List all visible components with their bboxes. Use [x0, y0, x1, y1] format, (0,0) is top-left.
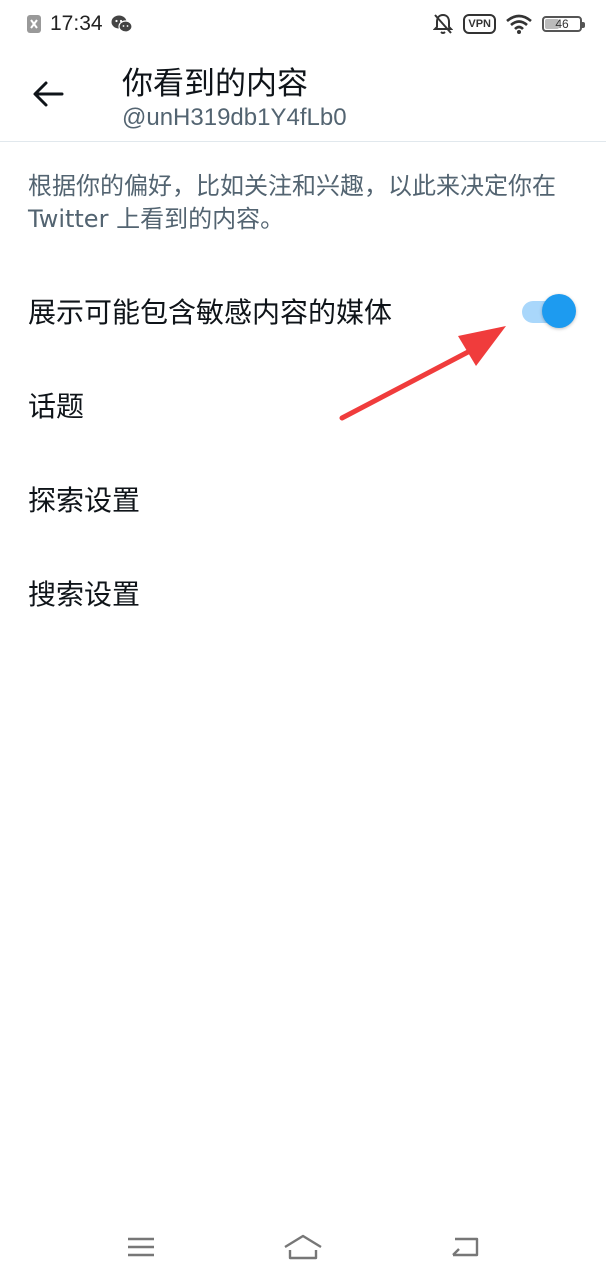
setting-row-topics[interactable]: 话题: [0, 358, 606, 452]
page-description: 根据你的偏好，比如关注和兴趣，以此来决定你在 Twitter 上看到的内容。: [28, 172, 556, 233]
battery-icon: 46: [542, 16, 585, 32]
home-icon: [284, 1234, 322, 1260]
wechat-icon: [111, 14, 133, 34]
nav-home-button[interactable]: [273, 1227, 333, 1267]
status-left: 17:34: [26, 12, 133, 36]
setting-label-explore: 探索设置: [28, 484, 141, 517]
page-title: 你看到的内容: [122, 66, 308, 102]
status-bar: 17:34 VPN 46: [0, 0, 606, 48]
setting-row-sensitive-media[interactable]: 展示可能包含敏感内容的媒体: [0, 264, 606, 358]
account-handle: @unH319db1Y4fLb0: [122, 104, 347, 131]
status-time: 17:34: [50, 12, 103, 35]
battery-level: 46: [555, 17, 569, 31]
back-button[interactable]: [24, 70, 72, 118]
setting-label-search: 搜索设置: [28, 578, 141, 611]
system-nav-bar: [0, 1214, 606, 1280]
setting-row-search[interactable]: 搜索设置: [0, 546, 606, 640]
screen: 17:34 VPN 46 你看到的内容 @unH319db1Y4fLb0 根据你…: [0, 0, 606, 1280]
back-arrow-icon: [33, 81, 64, 107]
toggle-knob: [542, 294, 576, 328]
nav-back-button[interactable]: [435, 1227, 495, 1267]
vpn-icon: VPN: [463, 14, 496, 34]
notification-x-icon: [26, 14, 42, 34]
setting-label-sensitive-media: 展示可能包含敏感内容的媒体: [28, 296, 393, 329]
status-right: VPN 46: [433, 13, 585, 35]
sensitive-media-toggle[interactable]: [520, 293, 576, 329]
setting-label-topics: 话题: [28, 390, 85, 423]
setting-row-explore[interactable]: 探索设置: [0, 452, 606, 546]
back-icon: [452, 1237, 479, 1257]
nav-menu-button[interactable]: [111, 1227, 171, 1267]
menu-icon: [128, 1237, 154, 1257]
bell-off-icon: [433, 13, 454, 35]
wifi-icon: [506, 14, 532, 34]
header: 你看到的内容 @unH319db1Y4fLb0: [0, 48, 606, 142]
